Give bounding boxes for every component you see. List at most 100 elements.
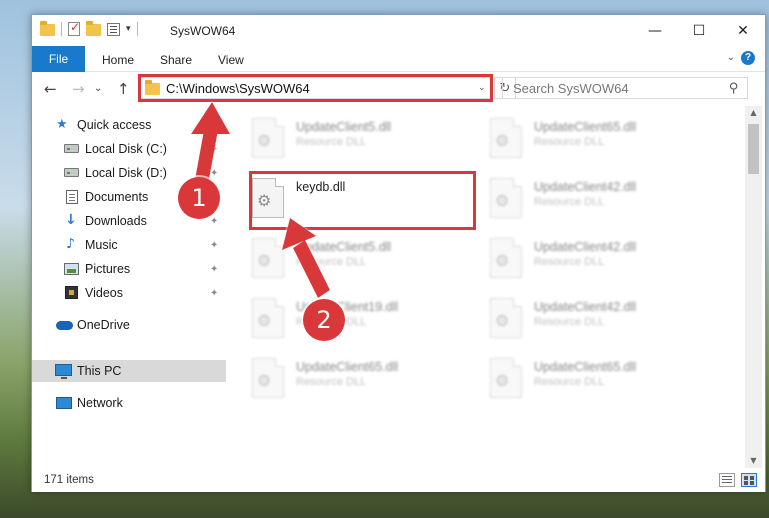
item-count: 171 items	[44, 474, 94, 486]
file-name: UpdateClient42.dll	[534, 180, 637, 194]
list-item[interactable]: ⚙ UpdateClient42.dll Resource DLL	[490, 234, 720, 290]
search-input[interactable]: Search SysWOW64	[513, 81, 729, 96]
step-1-badge: 1	[178, 177, 220, 219]
sidebar-item-this-pc[interactable]: This PC	[32, 360, 226, 382]
sidebar-item-quick-access[interactable]: ★ Quick access	[32, 114, 226, 136]
network-icon	[56, 397, 72, 409]
new-folder-icon[interactable]	[86, 21, 101, 36]
scroll-up-icon[interactable]: ▲	[745, 106, 762, 120]
window-title: SysWOW64	[170, 24, 236, 38]
list-item[interactable]: ⚙ UpdateClient65.dll Resource DLL	[252, 354, 482, 410]
file-name: UpdateClient65.dll	[534, 120, 637, 134]
sidebar-item-label: Music	[85, 238, 118, 252]
pin-icon[interactable]: ✦	[210, 288, 218, 299]
sidebar-item-label: Quick access	[77, 118, 152, 132]
tab-view[interactable]: View	[218, 53, 244, 67]
sidebar-item-label: Network	[77, 396, 123, 410]
vertical-scrollbar[interactable]: ▲ ▼	[745, 106, 762, 468]
step-2-badge: 2	[303, 299, 345, 341]
sidebar-item-music[interactable]: ♪ Music ✦	[32, 234, 226, 256]
music-icon: ♪	[66, 236, 75, 252]
cloud-icon	[56, 321, 73, 330]
qat-dropdown-icon[interactable]: ▾	[126, 24, 131, 34]
navigation-pane: ★ Quick access Local Disk (C:) ✦ Local D…	[32, 106, 226, 468]
sidebar-item-label: Pictures	[85, 262, 131, 276]
pin-icon[interactable]: ✦	[210, 240, 218, 251]
tab-file[interactable]: File	[32, 46, 85, 72]
file-type: Resource DLL	[534, 316, 605, 328]
search-box[interactable]: Search SysWOW64 ⚲	[502, 77, 748, 99]
file-type: Resource DLL	[534, 196, 605, 208]
scroll-down-icon[interactable]: ▼	[745, 454, 762, 468]
ribbon-tabs: File Home Share View ⌄ ?	[32, 46, 765, 72]
file-name: UpdateClient65.dll	[534, 360, 637, 374]
file-type: Resource DLL	[534, 136, 605, 148]
sidebar-item-label: Documents	[85, 190, 149, 204]
pin-icon[interactable]: ✦	[210, 264, 218, 275]
dll-file-icon: ⚙	[252, 298, 284, 338]
maximize-button[interactable]: ☐	[677, 15, 721, 46]
file-name: UpdateClient65.dll	[296, 360, 399, 374]
dll-file-icon: ⚙	[252, 118, 284, 158]
customize-icon[interactable]	[107, 22, 120, 36]
recent-locations-button[interactable]: ⌄	[94, 83, 102, 94]
expand-ribbon-icon[interactable]: ⌄	[727, 52, 735, 63]
download-icon: ↓	[65, 212, 77, 228]
list-item[interactable]: ⚙ UpdateClient65.dll Resource DLL	[490, 354, 720, 410]
scroll-thumb[interactable]	[748, 124, 759, 174]
pin-icon[interactable]: ✦	[210, 216, 218, 227]
file-type: Resource DLL	[296, 256, 367, 268]
quick-access-toolbar: ▾	[40, 20, 138, 36]
up-button[interactable]: ↑	[117, 80, 130, 98]
tab-home[interactable]: Home	[102, 53, 134, 67]
details-view-icon[interactable]	[719, 473, 735, 487]
sidebar-item-pictures[interactable]: Pictures ✦	[32, 258, 226, 280]
file-name: UpdateClient42.dll	[534, 240, 637, 254]
sidebar-item-label: Videos	[85, 286, 123, 300]
sidebar-item-label: Local Disk (D:)	[85, 166, 167, 180]
list-item[interactable]: ⚙ UpdateClient19.dll Resource DLL	[252, 294, 482, 350]
document-icon	[66, 190, 78, 204]
sidebar-item-videos[interactable]: Videos ✦	[32, 282, 226, 304]
sidebar-item-label: Local Disk (C:)	[85, 142, 167, 156]
help-icon[interactable]: ?	[741, 51, 755, 65]
file-type: Resource DLL	[296, 136, 367, 148]
sidebar-item-label: OneDrive	[77, 318, 130, 332]
pin-icon[interactable]: ✦	[210, 168, 218, 179]
sidebar-item-network[interactable]: Network	[32, 392, 226, 414]
file-list: ⚙ UpdateClient5.dll Resource DLL ⚙ Updat…	[227, 106, 745, 468]
properties-checkmark-icon[interactable]	[68, 20, 80, 36]
large-icons-view-icon[interactable]	[741, 473, 757, 487]
minimize-button[interactable]: —	[633, 15, 677, 46]
file-name: UpdateClient5.dll	[296, 240, 392, 254]
search-icon[interactable]: ⚲	[729, 81, 739, 96]
close-button[interactable]: ✕	[721, 15, 765, 46]
back-button[interactable]: ←	[44, 80, 57, 98]
title-bar: ▾ SysWOW64 — ☐ ✕	[32, 15, 765, 46]
navigation-bar: ← → ⌄ ↑ C:\Windows\SysWOW64 ⌄ ↻ Search S…	[32, 72, 765, 106]
window-controls: — ☐ ✕	[633, 15, 765, 46]
sidebar-item-local-disk-c[interactable]: Local Disk (C:) ✦	[32, 138, 226, 160]
divider	[136, 22, 138, 36]
file-name: UpdateClient5.dll	[296, 120, 392, 134]
dll-file-icon: ⚙	[490, 178, 522, 218]
file-name: UpdateClient42.dll	[534, 300, 637, 314]
sidebar-item-onedrive[interactable]: OneDrive	[32, 314, 226, 336]
sidebar-item-label: Downloads	[85, 214, 147, 228]
tab-share[interactable]: Share	[160, 53, 192, 67]
list-item[interactable]: ⚙ UpdateClient5.dll Resource DLL	[252, 114, 482, 170]
file-explorer-window: ▾ SysWOW64 — ☐ ✕ File Home Share View ⌄ …	[31, 14, 766, 492]
folder-icon	[40, 21, 55, 36]
forward-button[interactable]: →	[72, 80, 85, 98]
pin-icon[interactable]: ✦	[210, 144, 218, 155]
list-item[interactable]: ⚙ UpdateClient42.dll Resource DLL	[490, 174, 720, 230]
star-icon: ★	[56, 117, 68, 132]
sidebar-item-label: This PC	[77, 364, 122, 378]
dll-file-icon: ⚙	[252, 238, 284, 278]
list-item[interactable]: ⚙ UpdateClient42.dll Resource DLL	[490, 294, 720, 350]
dll-file-icon: ⚙	[490, 238, 522, 278]
file-highlight-box	[249, 171, 476, 230]
disk-icon	[64, 144, 79, 153]
list-item[interactable]: ⚙ UpdateClient5.dll Resource DLL	[252, 234, 482, 290]
list-item[interactable]: ⚙ UpdateClient65.dll Resource DLL	[490, 114, 720, 170]
